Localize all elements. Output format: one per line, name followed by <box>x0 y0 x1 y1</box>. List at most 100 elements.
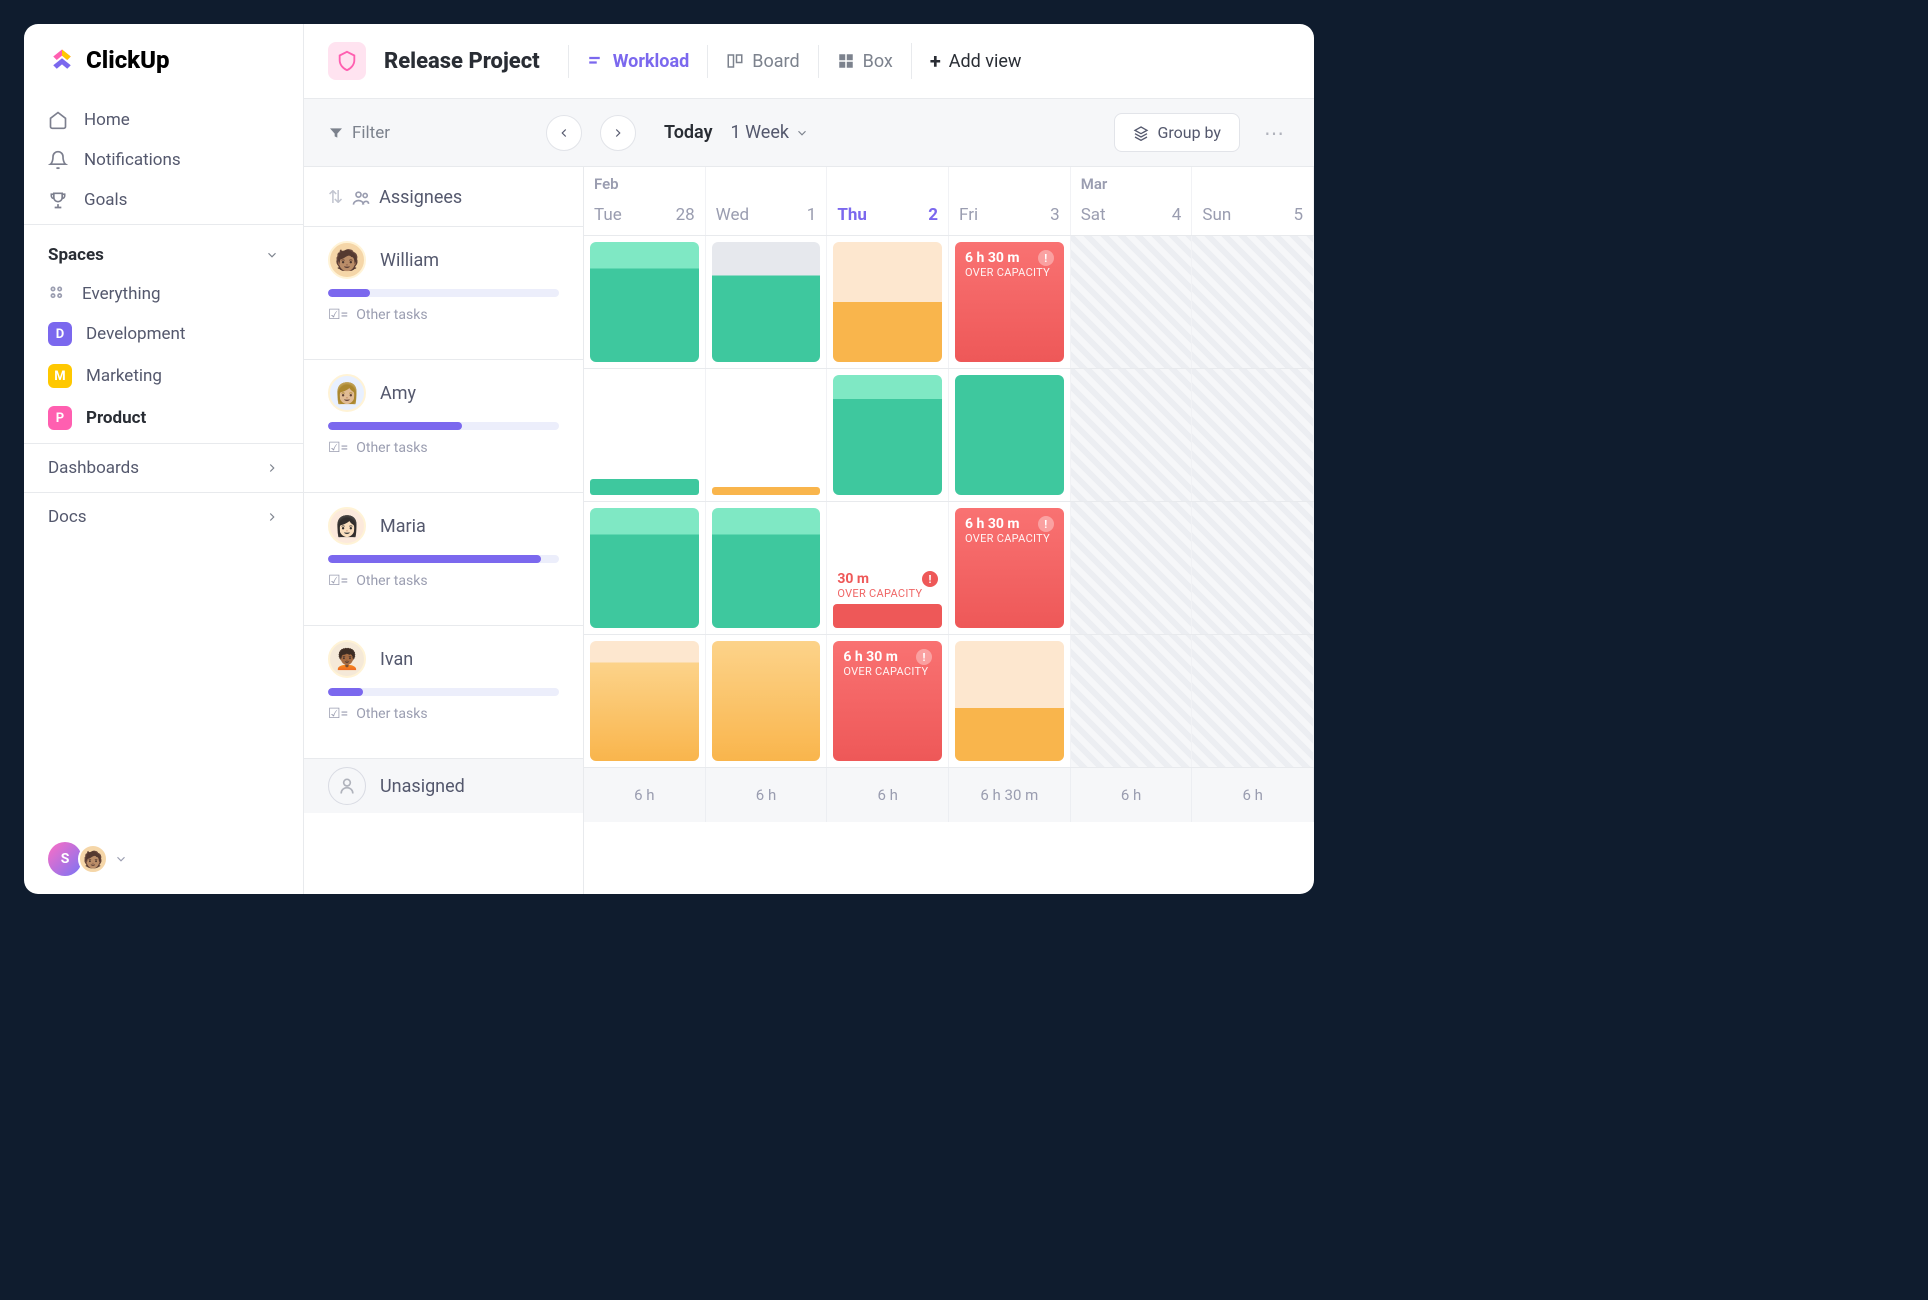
logo-icon <box>48 46 76 74</box>
nav-goals[interactable]: Goals <box>24 180 303 220</box>
space-development[interactable]: D Development <box>24 313 303 355</box>
space-badge: D <box>48 322 72 346</box>
space-marketing[interactable]: M Marketing <box>24 355 303 397</box>
nav: Home Notifications Goals <box>24 96 303 224</box>
other-tasks[interactable]: ☑= Other tasks <box>328 440 559 456</box>
logo[interactable]: ClickUp <box>24 24 303 96</box>
assignee-name: William <box>380 250 439 271</box>
sidebar-dashboards[interactable]: Dashboards <box>24 443 303 492</box>
view-tabs: Workload Board Box + Add view <box>568 43 1040 79</box>
capacity-summary-row: 6 h 6 h 6 h 6 h 30 m 6 h 6 h <box>584 768 1314 822</box>
groupby-button[interactable]: Group by <box>1114 113 1240 152</box>
more-button[interactable]: ⋯ <box>1258 121 1290 145</box>
workload-cell[interactable] <box>949 635 1071 767</box>
nav-home[interactable]: Home <box>24 100 303 140</box>
spaces-section: Spaces Everything D Development M Market… <box>24 224 303 443</box>
workload-cell[interactable] <box>706 502 828 634</box>
filter-icon <box>328 125 344 141</box>
workload-cell[interactable] <box>584 236 706 368</box>
workload-cell[interactable] <box>706 236 828 368</box>
workload-cell[interactable] <box>827 236 949 368</box>
spaces-header[interactable]: Spaces <box>24 239 303 275</box>
prev-button[interactable] <box>546 115 582 151</box>
day-header[interactable]: Sun 5 <box>1192 167 1314 235</box>
day-header[interactable]: Fri 3 <box>949 167 1071 235</box>
nav-label: Home <box>84 110 130 130</box>
workload-cell[interactable] <box>584 502 706 634</box>
avatar: 👩🏼 <box>328 374 366 412</box>
workload-cell-weekend <box>1071 369 1193 501</box>
next-button[interactable] <box>600 115 636 151</box>
progress-bar <box>328 555 559 563</box>
workload-cell[interactable] <box>949 369 1071 501</box>
space-everything[interactable]: Everything <box>24 275 303 313</box>
unassigned-icon <box>328 767 366 805</box>
brand-text: ClickUp <box>86 46 170 74</box>
day-header[interactable]: Mar Sat 4 <box>1071 167 1193 235</box>
assignee-header-label: Assignees <box>379 187 462 208</box>
workload-cell-weekend <box>1192 369 1314 501</box>
assignee-name: Amy <box>380 383 416 404</box>
calendar-row <box>584 369 1314 502</box>
assignee-row[interactable]: 🧑🏽 William ☑= Other tasks <box>304 227 583 360</box>
nav-notifications[interactable]: Notifications <box>24 140 303 180</box>
project-icon <box>328 42 366 80</box>
assignee-name: Maria <box>380 516 426 537</box>
space-badge: P <box>48 406 72 430</box>
progress-bar <box>328 688 559 696</box>
space-label: Product <box>86 408 146 428</box>
other-tasks[interactable]: ☑= Other tasks <box>328 573 559 589</box>
unassigned-row[interactable]: Unasigned <box>304 759 583 813</box>
assignee-row[interactable]: 👩🏻 Maria ☑= Other tasks <box>304 493 583 626</box>
other-tasks[interactable]: ☑= Other tasks <box>328 706 559 722</box>
day-header[interactable]: Wed 1 <box>706 167 828 235</box>
warning-icon: ! <box>1038 250 1054 266</box>
tab-workload[interactable]: Workload <box>568 45 708 78</box>
tab-label: Box <box>863 51 893 72</box>
day-header[interactable]: Feb Tue 28 <box>584 167 706 235</box>
home-icon <box>48 110 70 130</box>
tab-add-view[interactable]: + Add view <box>911 43 1040 79</box>
assignee-row[interactable]: 👩🏼 Amy ☑= Other tasks <box>304 360 583 493</box>
today-button[interactable]: Today <box>664 122 713 143</box>
sidebar-docs[interactable]: Docs <box>24 492 303 541</box>
workload-cell[interactable] <box>706 369 828 501</box>
avatar: 🧑🏾‍🦱 <box>328 640 366 678</box>
progress-bar <box>328 422 559 430</box>
assignee-row[interactable]: 🧑🏾‍🦱 Ivan ☑= Other tasks <box>304 626 583 759</box>
chevron-down-icon <box>114 852 128 866</box>
tab-box[interactable]: Box <box>818 45 911 78</box>
range-selector[interactable]: 1 Week <box>731 122 810 143</box>
assignee-header[interactable]: ⇅ Assignees <box>304 167 583 227</box>
workload-cell[interactable]: 6 h 30 m! OVER CAPACITY <box>949 236 1071 368</box>
filter-button[interactable]: Filter <box>328 123 390 143</box>
topbar: Release Project Workload Board Box + Add… <box>304 24 1314 99</box>
workload-cell[interactable] <box>584 369 706 501</box>
checklist-icon: ☑= <box>328 706 348 722</box>
warning-icon: ! <box>1038 516 1054 532</box>
sort-icon: ⇅ <box>328 187 343 208</box>
project-title: Release Project <box>384 49 540 74</box>
space-product[interactable]: P Product <box>24 397 303 439</box>
workload-cell[interactable] <box>706 635 828 767</box>
day-header-today[interactable]: Thu 2 <box>827 167 949 235</box>
main: Release Project Workload Board Box + Add… <box>304 24 1314 894</box>
workload-cell[interactable] <box>584 635 706 767</box>
over-capacity-badge: 6 h 30 m! OVER CAPACITY <box>965 250 1054 279</box>
checklist-icon: ☑= <box>328 440 348 456</box>
sidebar-footer[interactable]: S 🧑🏽 <box>24 824 303 894</box>
workload-cell[interactable]: 30 m! OVER CAPACITY <box>827 502 949 634</box>
workload-cell[interactable] <box>827 369 949 501</box>
workload-cell[interactable]: 6 h 30 m! OVER CAPACITY <box>827 635 949 767</box>
capacity-cell: 6 h 30 m <box>949 768 1071 822</box>
over-capacity-badge: 30 m! OVER CAPACITY <box>837 571 938 600</box>
chevron-right-icon <box>265 510 279 524</box>
capacity-cell: 6 h <box>706 768 828 822</box>
nav-label: Goals <box>84 190 127 210</box>
workload-cell[interactable]: 6 h 30 m! OVER CAPACITY <box>949 502 1071 634</box>
tab-board[interactable]: Board <box>707 45 817 78</box>
sidebar: ClickUp Home Notifications Goals Spaces <box>24 24 304 894</box>
user-avatar: 🧑🏽 <box>78 844 108 874</box>
avatar: 👩🏻 <box>328 507 366 545</box>
other-tasks[interactable]: ☑= Other tasks <box>328 307 559 323</box>
